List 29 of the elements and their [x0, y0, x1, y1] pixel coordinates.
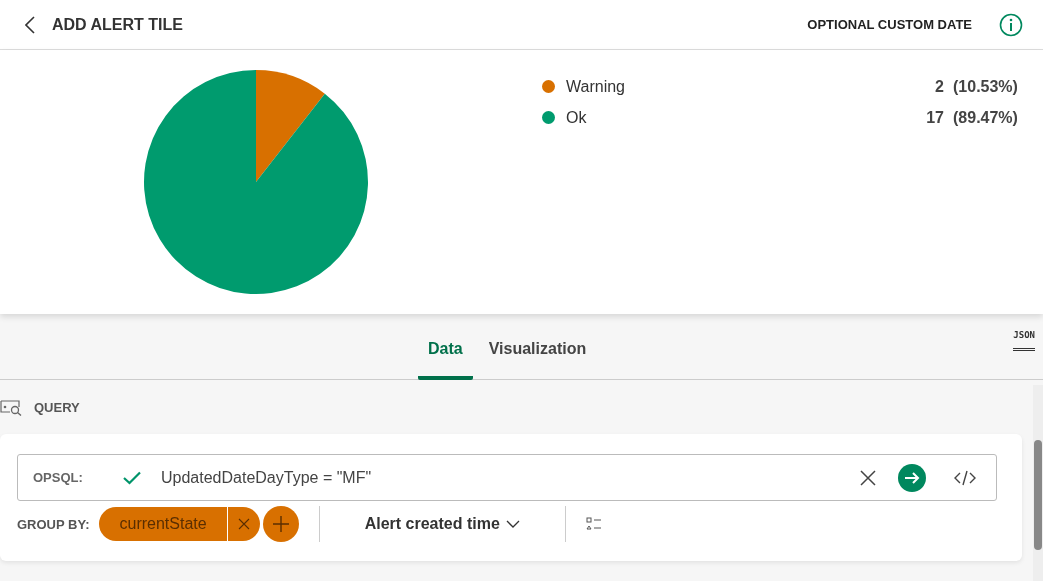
group-by-label: GROUP BY:	[17, 516, 90, 532]
code-icon[interactable]	[954, 468, 976, 487]
info-icon[interactable]	[999, 12, 1023, 37]
plus-icon	[271, 515, 290, 533]
run-icon[interactable]	[898, 463, 926, 492]
custom-date-button[interactable]: OPTIONAL CUSTOM DATE	[807, 17, 972, 32]
tab[interactable]: Visualization	[484, 340, 591, 380]
clear-icon[interactable]	[860, 469, 876, 486]
legend-percent: (10.53%)	[953, 77, 1018, 96]
page-title: ADD ALERT TILE	[52, 15, 183, 34]
caret-icon	[505, 520, 520, 528]
query-icon	[0, 398, 22, 416]
add-button[interactable]	[262, 506, 299, 542]
json-button[interactable]: JSON	[1013, 330, 1035, 351]
remove-icon[interactable]	[237, 518, 250, 530]
legend-percent: (89.47%)	[953, 108, 1018, 127]
scrollbar[interactable]	[1033, 385, 1043, 581]
field-label: OPSQL:	[33, 470, 84, 485]
legend-label: Warning	[566, 77, 626, 96]
legend-label: Ok	[566, 108, 588, 127]
time-dropdown[interactable]: Alert created time	[364, 515, 520, 533]
section-title: QUERY	[34, 399, 80, 415]
tab[interactable]: Data	[418, 340, 473, 380]
list-icon[interactable]	[585, 517, 602, 531]
legend-value: 2	[934, 77, 944, 96]
legend-value: 17	[925, 108, 944, 127]
query-field[interactable]: OPSQL: UpdatedDateDayType = "MF"	[17, 454, 997, 501]
back-icon[interactable]	[25, 15, 35, 34]
query-text: UpdatedDateDayType = "MF"	[161, 468, 372, 487]
